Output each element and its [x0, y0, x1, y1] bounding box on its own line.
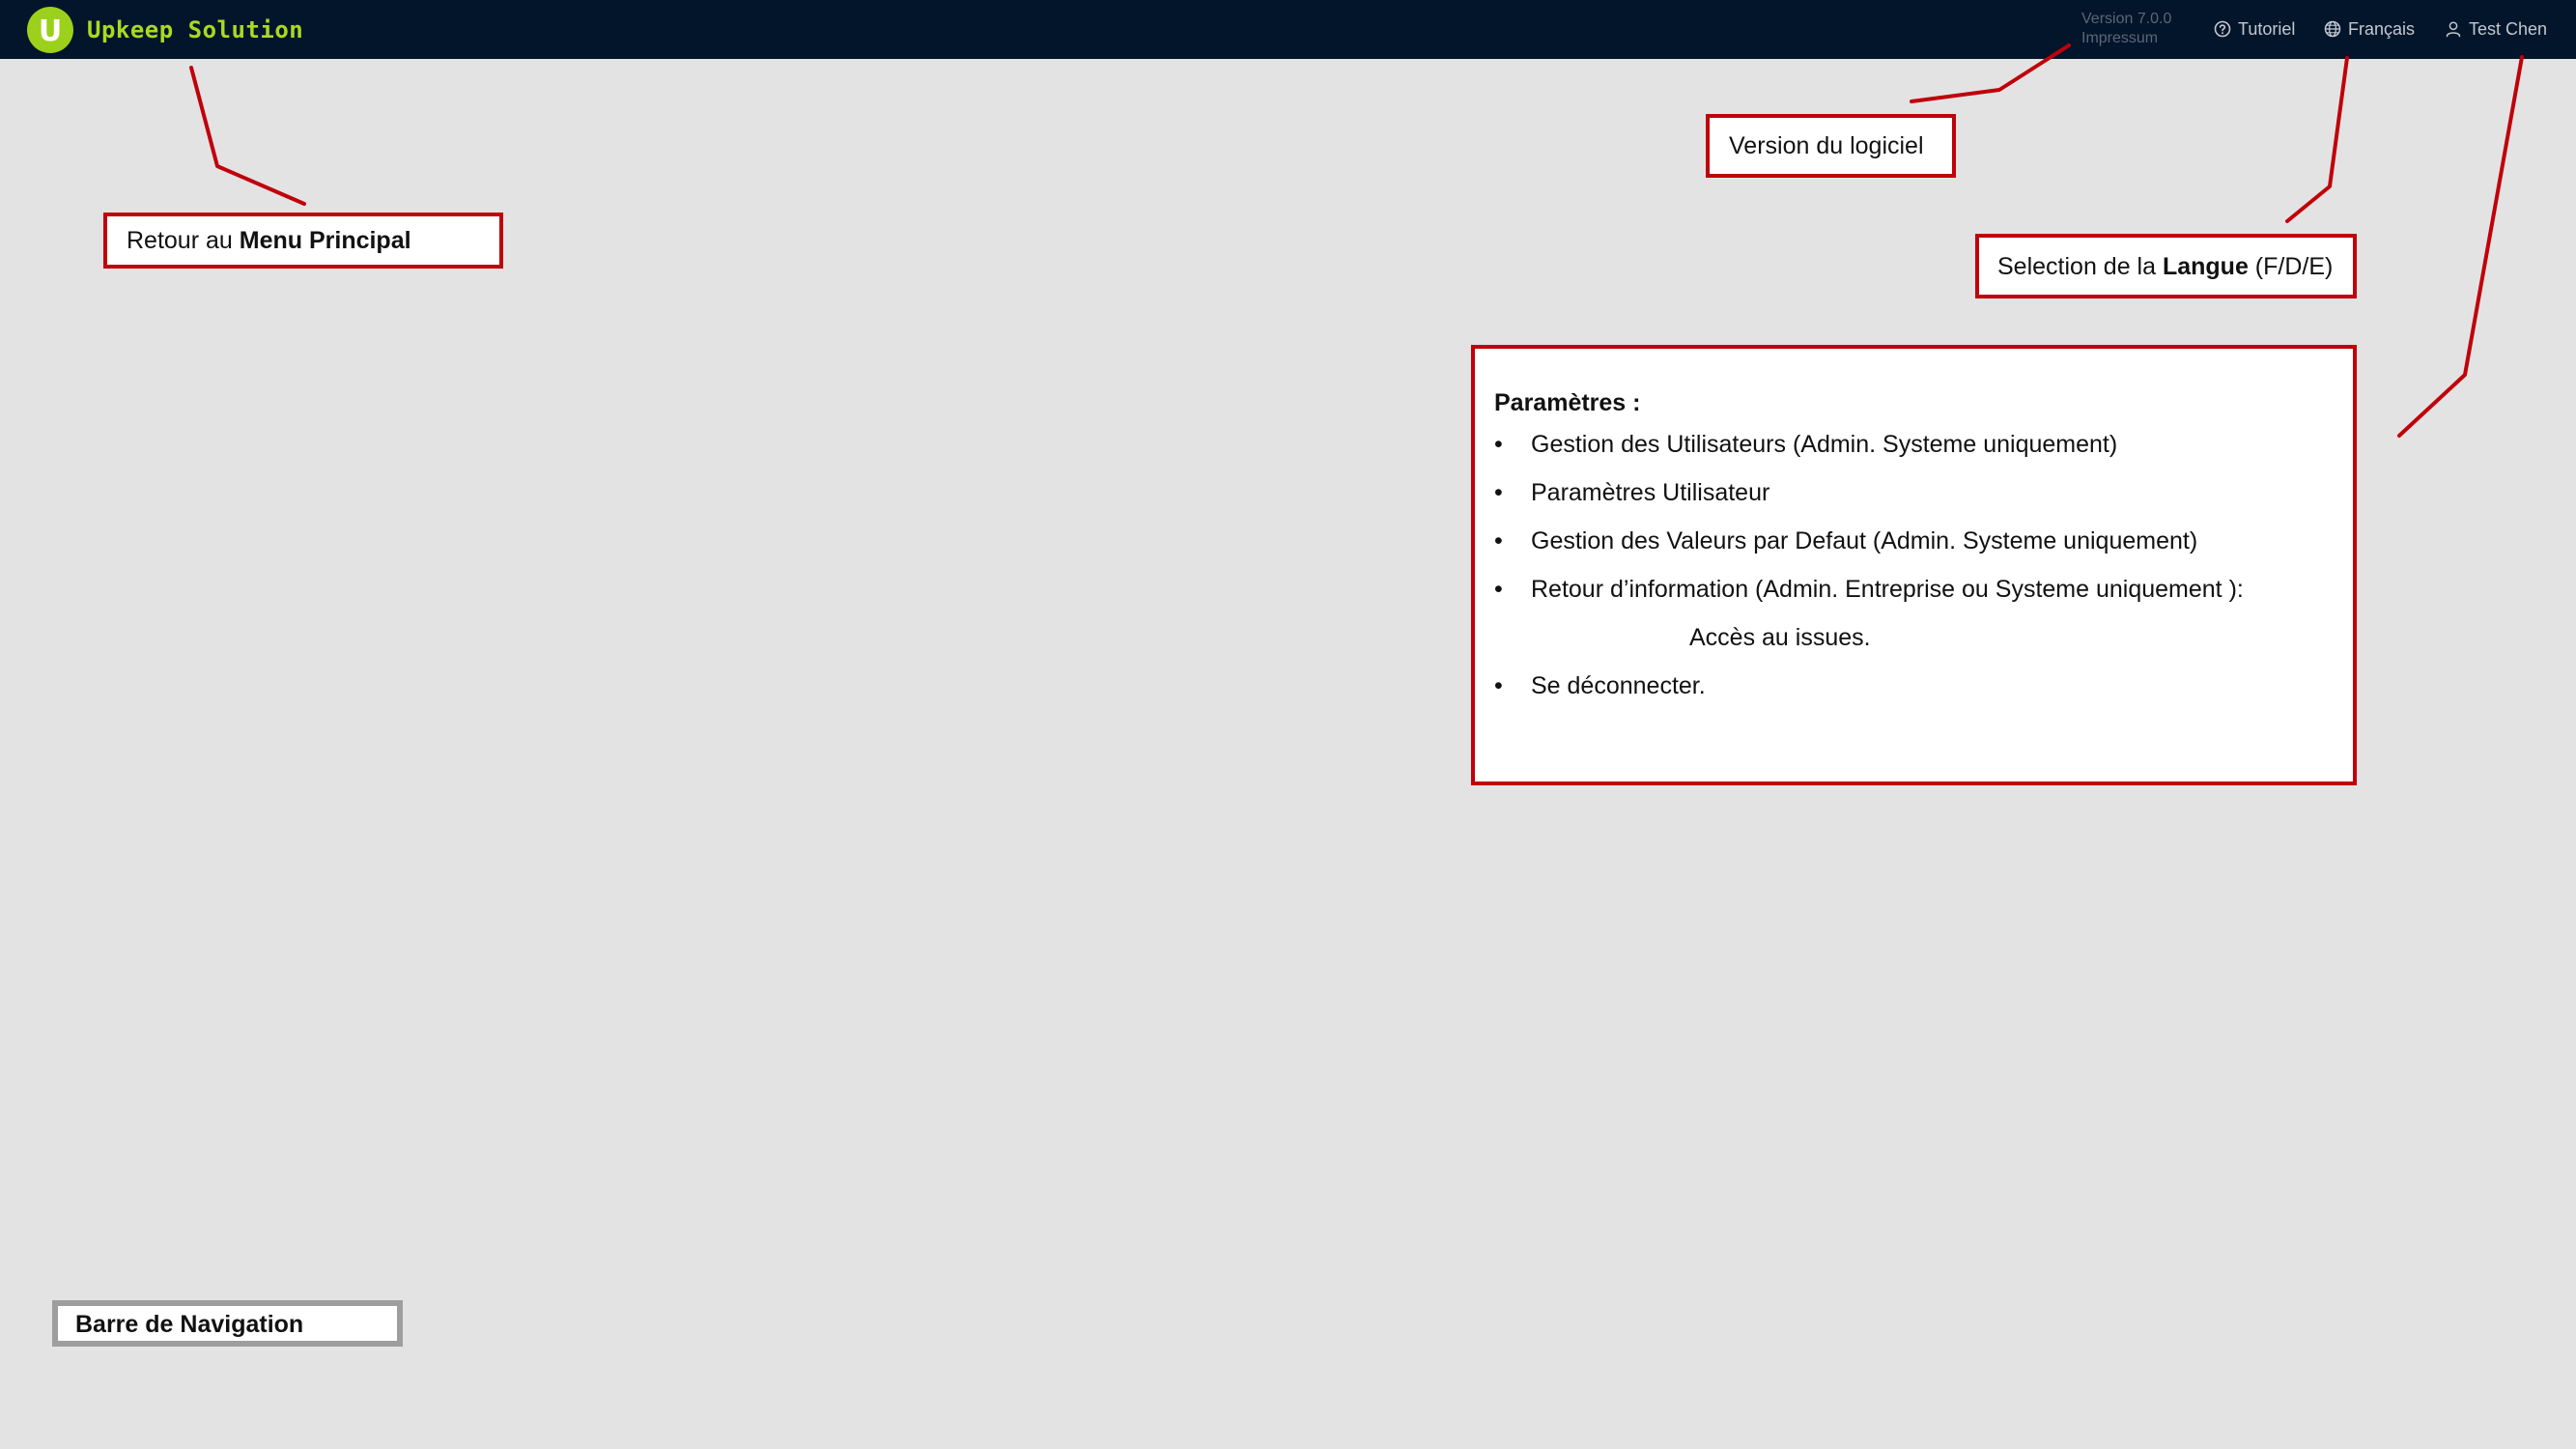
version-label: Version 7.0.0 [2081, 11, 2172, 27]
user-menu-button[interactable]: Test Chen [2445, 17, 2547, 41]
annotation-navigation-bar-text: Barre de Navigation [75, 1311, 304, 1338]
annotation-language-prefix: Selection de la [1997, 253, 2163, 280]
annotation-version-text: Version du logiciel [1729, 132, 1924, 159]
upkeep-logo-icon: U [27, 7, 73, 53]
annotation-language-suffix: (F/D/E) [2248, 253, 2334, 280]
language-label: Français [2348, 18, 2416, 39]
top-navigation-bar: U Upkeep Solution Version 7.0.0 Impressu… [0, 0, 2576, 59]
list-item: Retour d’information (Admin. Entreprise … [1494, 575, 2353, 623]
list-item: Se déconnecter. [1494, 671, 2353, 720]
annotation-main-menu-prefix: Retour au [127, 227, 240, 254]
annotation-parameters-list: Gestion des Utilisateurs (Admin. Systeme… [1494, 430, 2353, 720]
language-selector[interactable]: Français [2324, 17, 2415, 41]
globe-icon [2324, 20, 2341, 38]
logo-letter: U [39, 14, 62, 48]
annotation-main-menu: Retour au Menu Principal [103, 213, 503, 269]
leader-main-menu [189, 66, 306, 206]
list-item: Paramètres Utilisateur [1494, 478, 2353, 526]
annotation-version: Version du logiciel [1706, 114, 1956, 178]
annotation-main-menu-bold: Menu Principal [239, 227, 411, 254]
version-block: Version 7.0.0 Impressum [2081, 10, 2171, 48]
list-item: Gestion des Utilisateurs (Admin. Systeme… [1494, 430, 2353, 478]
tutorial-label: Tutoriel [2238, 18, 2296, 39]
list-item: Accès au issues. [1689, 624, 1871, 651]
annotation-parameters-title: Paramètres : [1494, 389, 1641, 416]
user-name: Test Chen [2469, 18, 2548, 39]
annotation-parameters: Paramètres : Gestion des Utilisateurs (A… [1471, 345, 2357, 785]
annotation-language: Selection de la Langue (F/D/E) [1975, 234, 2357, 298]
tutorial-button[interactable]: Tutoriel [2214, 17, 2295, 41]
leader-user [2397, 55, 2524, 438]
annotation-language-bold: Langue [2162, 253, 2249, 280]
impressum-link[interactable]: Impressum [2081, 29, 2171, 48]
user-icon [2446, 21, 2461, 38]
list-item: Gestion des Valeurs par Defaut (Admin. S… [1494, 526, 2353, 575]
question-circle-icon [2214, 20, 2231, 38]
home-logo-link[interactable]: U Upkeep Solution [27, 7, 303, 53]
annotation-navigation-bar: Barre de Navigation [52, 1300, 403, 1347]
app-title: Upkeep Solution [87, 16, 304, 43]
leader-language [2285, 56, 2349, 223]
